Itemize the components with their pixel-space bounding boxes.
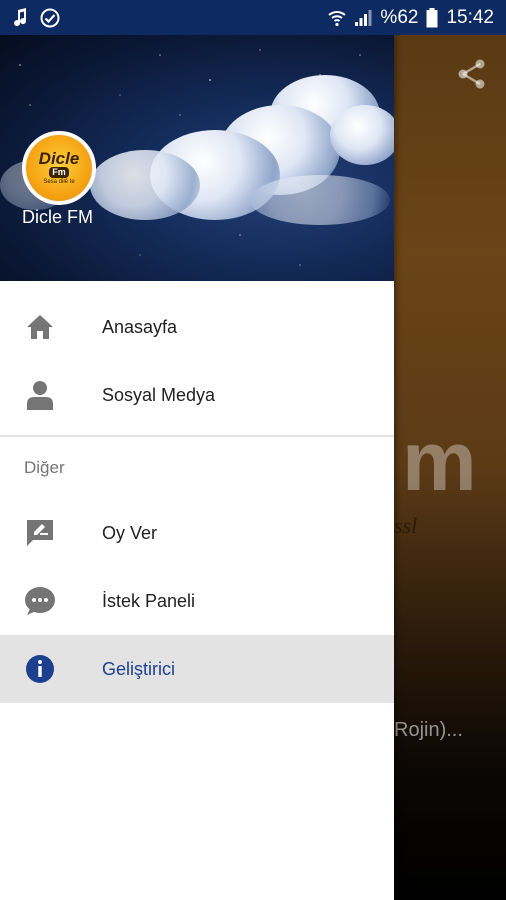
- menu-item-label: Anasayfa: [102, 316, 178, 337]
- background-track-title: Rojin)...: [394, 719, 463, 741]
- station-logo-avatar: Dicle Fm Sesa dilê te: [22, 131, 96, 205]
- avatar-text-line1: Dicle: [38, 149, 80, 168]
- music-note-icon: [12, 7, 28, 28]
- drawer-menu: Anasayfa Sosyal Medya Diğer Oy Ver İstek…: [0, 281, 394, 703]
- battery-percent: %62: [380, 6, 419, 28]
- status-bar: %62 15:42: [0, 0, 506, 35]
- person-icon: [24, 379, 56, 411]
- chat-bubble-icon: [24, 585, 56, 617]
- background-player-screen[interactable]: m ssl Rojin)...: [394, 35, 506, 900]
- menu-item-label: Oy Ver: [102, 522, 158, 543]
- menu-item-label: İstek Paneli: [102, 590, 196, 611]
- info-icon: [24, 653, 56, 685]
- share-icon[interactable]: [458, 59, 486, 94]
- battery-icon: [426, 7, 438, 28]
- menu-item-sosyal-medya[interactable]: Sosyal Medya: [0, 361, 394, 429]
- menu-item-label: Geliştirici: [102, 658, 176, 679]
- menu-item-anasayfa[interactable]: Anasayfa: [0, 293, 394, 361]
- section-title-diger: Diğer: [24, 458, 65, 477]
- rate-review-icon: [24, 517, 56, 549]
- moon-image: [60, 57, 117, 112]
- avatar-text-line2: Fm: [49, 167, 69, 178]
- station-name: Dicle FM: [22, 207, 93, 227]
- signal-icon: [354, 9, 372, 27]
- check-circle-icon: [40, 8, 60, 28]
- menu-item-gelistirici[interactable]: Geliştirici: [0, 635, 394, 703]
- menu-item-label: Sosyal Medya: [102, 384, 216, 405]
- background-logo-text: m: [402, 414, 477, 508]
- clock: 15:42: [446, 6, 494, 28]
- home-icon: [24, 311, 56, 343]
- drawer-header: Dicle Fm Sesa dilê te Dicle FM: [0, 35, 394, 281]
- navigation-drawer: Dicle Fm Sesa dilê te Dicle FM Anasayfa …: [0, 35, 394, 900]
- menu-item-oy-ver[interactable]: Oy Ver: [0, 499, 394, 567]
- background-logo-subtitle: ssl: [394, 513, 418, 538]
- menu-item-istek-paneli[interactable]: İstek Paneli: [0, 567, 394, 635]
- wifi-icon: [328, 9, 347, 27]
- avatar-text-line3: Sesa dilê te: [43, 179, 75, 185]
